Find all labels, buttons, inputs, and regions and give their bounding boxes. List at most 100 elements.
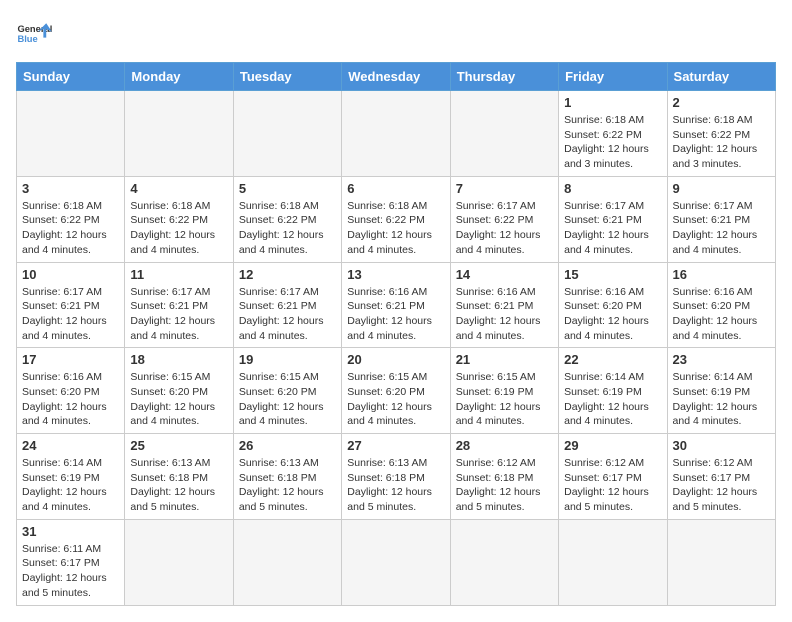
logo-icon: General Blue xyxy=(16,16,52,52)
day-info: Sunrise: 6:16 AM Sunset: 6:21 PM Dayligh… xyxy=(456,285,553,344)
day-info: Sunrise: 6:18 AM Sunset: 6:22 PM Dayligh… xyxy=(130,199,227,258)
calendar-cell: 13 Sunrise: 6:16 AM Sunset: 6:21 PM Dayli… xyxy=(342,262,450,348)
day-info: Sunrise: 6:17 AM Sunset: 6:21 PM Dayligh… xyxy=(239,285,336,344)
day-info: Sunrise: 6:15 AM Sunset: 6:19 PM Dayligh… xyxy=(456,370,553,429)
day-number: 16 xyxy=(673,267,770,282)
day-number: 6 xyxy=(347,181,444,196)
day-number: 2 xyxy=(673,95,770,110)
calendar-table: SundayMondayTuesdayWednesdayThursdayFrid… xyxy=(16,62,776,606)
day-number: 19 xyxy=(239,352,336,367)
weekday-header-wednesday: Wednesday xyxy=(342,63,450,91)
logo: General Blue xyxy=(16,16,52,52)
calendar-cell: 4 Sunrise: 6:18 AM Sunset: 6:22 PM Daylig… xyxy=(125,176,233,262)
day-info: Sunrise: 6:17 AM Sunset: 6:22 PM Dayligh… xyxy=(456,199,553,258)
calendar-week-row: 3 Sunrise: 6:18 AM Sunset: 6:22 PM Daylig… xyxy=(17,176,776,262)
calendar-cell xyxy=(17,91,125,177)
calendar-week-row: 24 Sunrise: 6:14 AM Sunset: 6:19 PM Dayli… xyxy=(17,434,776,520)
page-header: General Blue xyxy=(16,16,776,52)
day-info: Sunrise: 6:15 AM Sunset: 6:20 PM Dayligh… xyxy=(239,370,336,429)
calendar-week-row: 10 Sunrise: 6:17 AM Sunset: 6:21 PM Dayli… xyxy=(17,262,776,348)
calendar-cell: 11Sunrise: 6:17 AM Sunset: 6:21 PM Dayli… xyxy=(125,262,233,348)
day-info: Sunrise: 6:16 AM Sunset: 6:21 PM Dayligh… xyxy=(347,285,444,344)
day-number: 25 xyxy=(130,438,227,453)
calendar-cell: 22Sunrise: 6:14 AM Sunset: 6:19 PM Dayli… xyxy=(559,348,667,434)
calendar-cell: 15 Sunrise: 6:16 AM Sunset: 6:20 PM Dayli… xyxy=(559,262,667,348)
calendar-cell: 9Sunrise: 6:17 AM Sunset: 6:21 PM Daylig… xyxy=(667,176,775,262)
day-number: 5 xyxy=(239,181,336,196)
calendar-cell: 10 Sunrise: 6:17 AM Sunset: 6:21 PM Dayli… xyxy=(17,262,125,348)
day-number: 30 xyxy=(673,438,770,453)
calendar-cell: 26 Sunrise: 6:13 AM Sunset: 6:18 PM Dayli… xyxy=(233,434,341,520)
calendar-cell: 3Sunrise: 6:18 AM Sunset: 6:22 PM Daylig… xyxy=(17,176,125,262)
weekday-header-saturday: Saturday xyxy=(667,63,775,91)
day-number: 27 xyxy=(347,438,444,453)
calendar-week-row: 17 Sunrise: 6:16 AM Sunset: 6:20 PM Dayli… xyxy=(17,348,776,434)
weekday-header-monday: Monday xyxy=(125,63,233,91)
calendar-cell xyxy=(233,519,341,605)
calendar-cell: 18 Sunrise: 6:15 AM Sunset: 6:20 PM Dayli… xyxy=(125,348,233,434)
day-info: Sunrise: 6:16 AM Sunset: 6:20 PM Dayligh… xyxy=(22,370,119,429)
calendar-cell: 1 Sunrise: 6:18 AM Sunset: 6:22 PM Daylig… xyxy=(559,91,667,177)
weekday-header-tuesday: Tuesday xyxy=(233,63,341,91)
day-number: 26 xyxy=(239,438,336,453)
day-number: 7 xyxy=(456,181,553,196)
calendar-cell xyxy=(450,519,558,605)
calendar-cell xyxy=(125,91,233,177)
weekday-header-friday: Friday xyxy=(559,63,667,91)
day-info: Sunrise: 6:15 AM Sunset: 6:20 PM Dayligh… xyxy=(130,370,227,429)
calendar-cell xyxy=(559,519,667,605)
day-info: Sunrise: 6:12 AM Sunset: 6:17 PM Dayligh… xyxy=(564,456,661,515)
calendar-cell: 24 Sunrise: 6:14 AM Sunset: 6:19 PM Dayli… xyxy=(17,434,125,520)
calendar-cell: 28Sunrise: 6:12 AM Sunset: 6:18 PM Dayli… xyxy=(450,434,558,520)
calendar-cell: 29 Sunrise: 6:12 AM Sunset: 6:17 PM Dayli… xyxy=(559,434,667,520)
day-number: 15 xyxy=(564,267,661,282)
calendar-cell: 23Sunrise: 6:14 AM Sunset: 6:19 PM Dayli… xyxy=(667,348,775,434)
calendar-cell: 8Sunrise: 6:17 AM Sunset: 6:21 PM Daylig… xyxy=(559,176,667,262)
day-number: 8 xyxy=(564,181,661,196)
svg-text:Blue: Blue xyxy=(17,34,37,44)
calendar-cell: 31Sunrise: 6:11 AM Sunset: 6:17 PM Dayli… xyxy=(17,519,125,605)
day-info: Sunrise: 6:13 AM Sunset: 6:18 PM Dayligh… xyxy=(130,456,227,515)
calendar-cell xyxy=(450,91,558,177)
day-info: Sunrise: 6:18 AM Sunset: 6:22 PM Dayligh… xyxy=(239,199,336,258)
calendar-cell: 19 Sunrise: 6:15 AM Sunset: 6:20 PM Dayli… xyxy=(233,348,341,434)
day-info: Sunrise: 6:14 AM Sunset: 6:19 PM Dayligh… xyxy=(673,370,770,429)
calendar-cell xyxy=(233,91,341,177)
calendar-cell: 14Sunrise: 6:16 AM Sunset: 6:21 PM Dayli… xyxy=(450,262,558,348)
day-info: Sunrise: 6:14 AM Sunset: 6:19 PM Dayligh… xyxy=(22,456,119,515)
day-info: Sunrise: 6:18 AM Sunset: 6:22 PM Dayligh… xyxy=(564,113,661,172)
day-info: Sunrise: 6:17 AM Sunset: 6:21 PM Dayligh… xyxy=(22,285,119,344)
weekday-header-sunday: Sunday xyxy=(17,63,125,91)
day-number: 11 xyxy=(130,267,227,282)
calendar-cell xyxy=(667,519,775,605)
weekday-header-row: SundayMondayTuesdayWednesdayThursdayFrid… xyxy=(17,63,776,91)
calendar-cell: 12Sunrise: 6:17 AM Sunset: 6:21 PM Dayli… xyxy=(233,262,341,348)
day-number: 13 xyxy=(347,267,444,282)
day-number: 10 xyxy=(22,267,119,282)
day-number: 18 xyxy=(130,352,227,367)
calendar-cell: 16Sunrise: 6:16 AM Sunset: 6:20 PM Dayli… xyxy=(667,262,775,348)
day-number: 1 xyxy=(564,95,661,110)
day-info: Sunrise: 6:13 AM Sunset: 6:18 PM Dayligh… xyxy=(347,456,444,515)
day-number: 24 xyxy=(22,438,119,453)
day-info: Sunrise: 6:18 AM Sunset: 6:22 PM Dayligh… xyxy=(347,199,444,258)
day-info: Sunrise: 6:11 AM Sunset: 6:17 PM Dayligh… xyxy=(22,542,119,601)
day-info: Sunrise: 6:14 AM Sunset: 6:19 PM Dayligh… xyxy=(564,370,661,429)
day-info: Sunrise: 6:13 AM Sunset: 6:18 PM Dayligh… xyxy=(239,456,336,515)
day-number: 3 xyxy=(22,181,119,196)
calendar-cell: 25 Sunrise: 6:13 AM Sunset: 6:18 PM Dayli… xyxy=(125,434,233,520)
day-number: 20 xyxy=(347,352,444,367)
weekday-header-thursday: Thursday xyxy=(450,63,558,91)
day-number: 4 xyxy=(130,181,227,196)
day-info: Sunrise: 6:16 AM Sunset: 6:20 PM Dayligh… xyxy=(564,285,661,344)
day-number: 17 xyxy=(22,352,119,367)
day-number: 21 xyxy=(456,352,553,367)
calendar-cell: 2Sunrise: 6:18 AM Sunset: 6:22 PM Daylig… xyxy=(667,91,775,177)
calendar-cell: 30Sunrise: 6:12 AM Sunset: 6:17 PM Dayli… xyxy=(667,434,775,520)
calendar-cell: 20Sunrise: 6:15 AM Sunset: 6:20 PM Dayli… xyxy=(342,348,450,434)
calendar-cell: 6 Sunrise: 6:18 AM Sunset: 6:22 PM Daylig… xyxy=(342,176,450,262)
day-number: 29 xyxy=(564,438,661,453)
day-info: Sunrise: 6:12 AM Sunset: 6:18 PM Dayligh… xyxy=(456,456,553,515)
day-info: Sunrise: 6:17 AM Sunset: 6:21 PM Dayligh… xyxy=(673,199,770,258)
calendar-cell xyxy=(125,519,233,605)
